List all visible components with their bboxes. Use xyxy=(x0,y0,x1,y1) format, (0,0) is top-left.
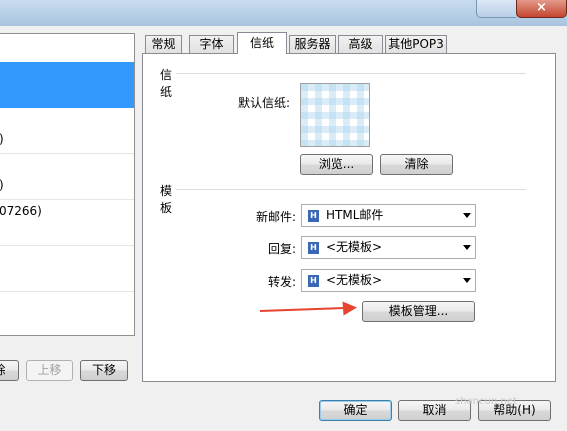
reply-template-select[interactable]: H <无模板> xyxy=(301,236,476,259)
new-mail-label: 新邮件: xyxy=(255,210,296,224)
reply-label: 回复: xyxy=(267,242,296,256)
close-icon: × xyxy=(536,0,547,15)
html-template-icon: H xyxy=(308,275,319,287)
annotation-arrow-icon xyxy=(342,300,358,316)
clear-button[interactable]: 清除 xyxy=(380,154,453,175)
default-stationery-label: 默认信纸: xyxy=(237,96,290,110)
stationery-group-label: 信纸 xyxy=(160,66,177,100)
tab-server[interactable]: 服务器 xyxy=(289,35,336,53)
tab-stationery[interactable]: 信纸 xyxy=(237,32,287,54)
window-control-button[interactable] xyxy=(476,0,516,18)
list-item[interactable]: 07266) xyxy=(0,200,134,246)
tab-advanced[interactable]: 高级 xyxy=(338,35,383,53)
stationery-group-divider xyxy=(160,73,526,74)
list-item[interactable] xyxy=(0,62,134,108)
chevron-down-icon xyxy=(463,213,471,218)
list-item[interactable] xyxy=(0,246,134,292)
html-template-icon: H xyxy=(308,210,319,222)
html-template-icon: H xyxy=(308,242,319,254)
list-item[interactable]: ) xyxy=(0,154,134,200)
chevron-down-icon xyxy=(463,278,471,283)
chevron-down-icon xyxy=(463,245,471,250)
move-down-button[interactable]: 下移 xyxy=(80,360,128,381)
forward-label: 转发: xyxy=(267,275,296,289)
tab-other-pop3[interactable]: 其他POP3 xyxy=(385,35,447,53)
stationery-preview xyxy=(300,83,370,147)
tab-general[interactable]: 常规 xyxy=(145,35,182,53)
close-button[interactable]: × xyxy=(516,0,567,18)
ok-button[interactable]: 确定 xyxy=(319,400,392,421)
delete-button[interactable]: 除 xyxy=(0,360,19,381)
browse-button[interactable]: 浏览... xyxy=(300,154,373,175)
new-mail-template-select[interactable]: H HTML邮件 xyxy=(301,204,476,227)
watermark: shancun.net xyxy=(455,396,517,407)
template-group-label: 模板 xyxy=(160,182,177,216)
tab-font[interactable]: 字体 xyxy=(189,35,234,53)
forward-template-select[interactable]: H <无模板> xyxy=(301,269,476,292)
template-manage-button[interactable]: 模板管理... xyxy=(362,301,475,322)
account-list[interactable]: ) ) 07266) xyxy=(0,33,135,336)
template-group-divider xyxy=(160,189,526,190)
list-item[interactable]: ) xyxy=(0,108,134,154)
move-up-button[interactable]: 上移 xyxy=(26,360,73,381)
